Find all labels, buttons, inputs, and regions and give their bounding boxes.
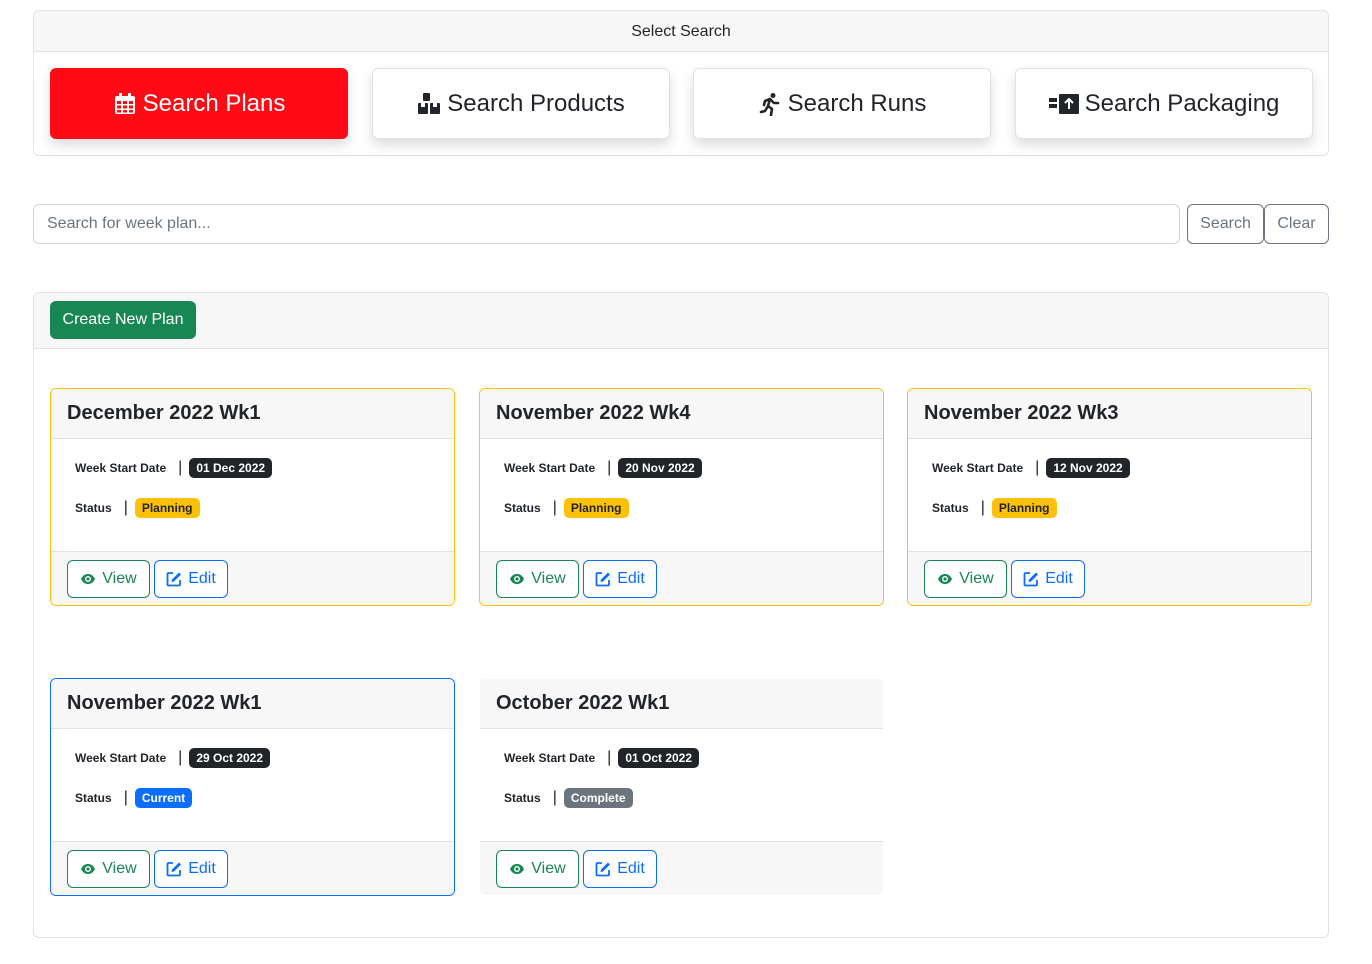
week-start-label: Week Start Date (932, 461, 1024, 475)
edit-label: Edit (188, 570, 216, 587)
view-label: View (102, 860, 137, 877)
tab-search-plans[interactable]: Search Plans (50, 68, 348, 139)
status-label: Status (504, 791, 541, 805)
status-label: Status (75, 501, 112, 515)
status-badge: Complete (563, 788, 633, 808)
search-button[interactable]: Search (1187, 204, 1264, 244)
clear-button[interactable]: Clear (1264, 204, 1329, 244)
edit-button[interactable]: Edit (583, 850, 657, 888)
edit-label: Edit (617, 570, 645, 587)
week-start-label: Week Start Date (75, 751, 167, 765)
status-label: Status (932, 501, 969, 515)
plan-card: November 2022 Wk1 Week Start Date | 29 O… (50, 678, 455, 896)
view-button[interactable]: View (924, 560, 1007, 598)
plan-title: November 2022 Wk3 (908, 389, 1311, 439)
view-button[interactable]: View (496, 560, 579, 598)
tab-search-products[interactable]: Search Products (372, 68, 670, 139)
view-button[interactable]: View (67, 560, 150, 598)
tab-search-products-label: Search Products (447, 89, 625, 117)
view-button[interactable]: View (496, 850, 579, 888)
view-label: View (959, 570, 994, 587)
search-type-tabs: Search Plans Search Products Search Runs (50, 68, 1313, 140)
status-label: Status (75, 791, 112, 805)
week-start-badge: 29 Oct 2022 (189, 748, 271, 768)
week-start-label: Week Start Date (504, 751, 596, 765)
calendar-icon (114, 92, 135, 114)
status-badge: Planning (991, 498, 1057, 518)
view-label: View (531, 860, 566, 877)
plan-title: December 2022 Wk1 (51, 389, 454, 439)
create-new-plan-button[interactable]: Create New Plan (50, 301, 196, 339)
eye-icon (938, 574, 953, 584)
edit-label: Edit (188, 860, 216, 877)
edit-button[interactable]: Edit (583, 560, 657, 598)
view-label: View (102, 570, 137, 587)
week-start-label: Week Start Date (75, 461, 167, 475)
boxes-icon (418, 92, 441, 114)
week-start-badge: 01 Oct 2022 (618, 748, 700, 768)
running-person-icon (759, 92, 779, 116)
plan-title: October 2022 Wk1 (480, 679, 883, 729)
edit-label: Edit (617, 860, 645, 877)
edit-icon (1023, 572, 1039, 587)
status-label: Status (504, 501, 541, 515)
week-start-badge: 12 Nov 2022 (1046, 458, 1130, 478)
status-badge: Planning (563, 498, 629, 518)
edit-icon (166, 862, 182, 877)
search-bar: Search Clear (33, 204, 1329, 244)
view-label: View (531, 570, 566, 587)
select-search-panel: Select Search Search Plans Search Produc… (33, 10, 1329, 156)
tab-search-plans-label: Search Plans (142, 89, 286, 117)
tab-search-runs[interactable]: Search Runs (693, 68, 991, 139)
edit-icon (595, 862, 611, 877)
edit-label: Edit (1045, 570, 1073, 587)
plan-card: December 2022 Wk1 Week Start Date | 01 D… (50, 388, 455, 606)
plans-header: Create New Plan (34, 293, 1328, 349)
plans-panel: Create New Plan December 2022 Wk1 Week S… (33, 292, 1329, 938)
eye-icon (81, 864, 96, 874)
plan-title: November 2022 Wk4 (480, 389, 883, 439)
plan-card: November 2022 Wk4 Week Start Date | 20 N… (479, 388, 884, 606)
edit-button[interactable]: Edit (1011, 560, 1085, 598)
plan-title: November 2022 Wk1 (51, 679, 454, 729)
tab-search-runs-label: Search Runs (787, 89, 927, 117)
edit-icon (595, 572, 611, 587)
eye-icon (510, 864, 525, 874)
week-start-badge: 01 Dec 2022 (189, 458, 273, 478)
week-start-badge: 20 Nov 2022 (618, 458, 702, 478)
tab-search-packaging-label: Search Packaging (1084, 89, 1280, 117)
view-button[interactable]: View (67, 850, 150, 888)
status-badge: Current (134, 788, 193, 808)
week-start-label: Week Start Date (504, 461, 596, 475)
eye-icon (81, 574, 96, 584)
eye-icon (510, 574, 525, 584)
search-input[interactable] (33, 204, 1180, 244)
status-badge: Planning (134, 498, 200, 518)
edit-button[interactable]: Edit (154, 850, 228, 888)
select-search-title: Select Search (34, 11, 1328, 52)
plan-card: November 2022 Wk3 Week Start Date | 12 N… (907, 388, 1312, 606)
plan-card: October 2022 Wk1 Week Start Date | 01 Oc… (479, 678, 884, 896)
edit-icon (166, 572, 182, 587)
edit-button[interactable]: Edit (154, 560, 228, 598)
truck-loading-icon (1048, 93, 1079, 114)
tab-search-packaging[interactable]: Search Packaging (1015, 68, 1313, 139)
